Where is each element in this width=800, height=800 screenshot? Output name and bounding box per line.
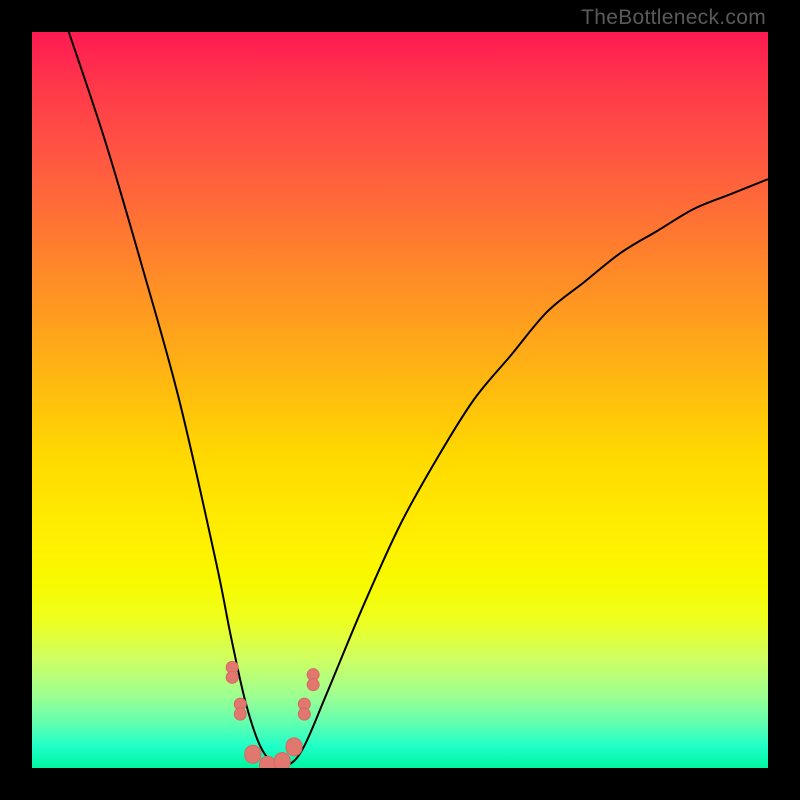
watermark-text: TheBottleneck.com: [581, 6, 766, 30]
chart-plot-area: [32, 32, 768, 768]
chart-svg: [32, 32, 768, 768]
bottleneck-curve-line: [69, 32, 768, 767]
